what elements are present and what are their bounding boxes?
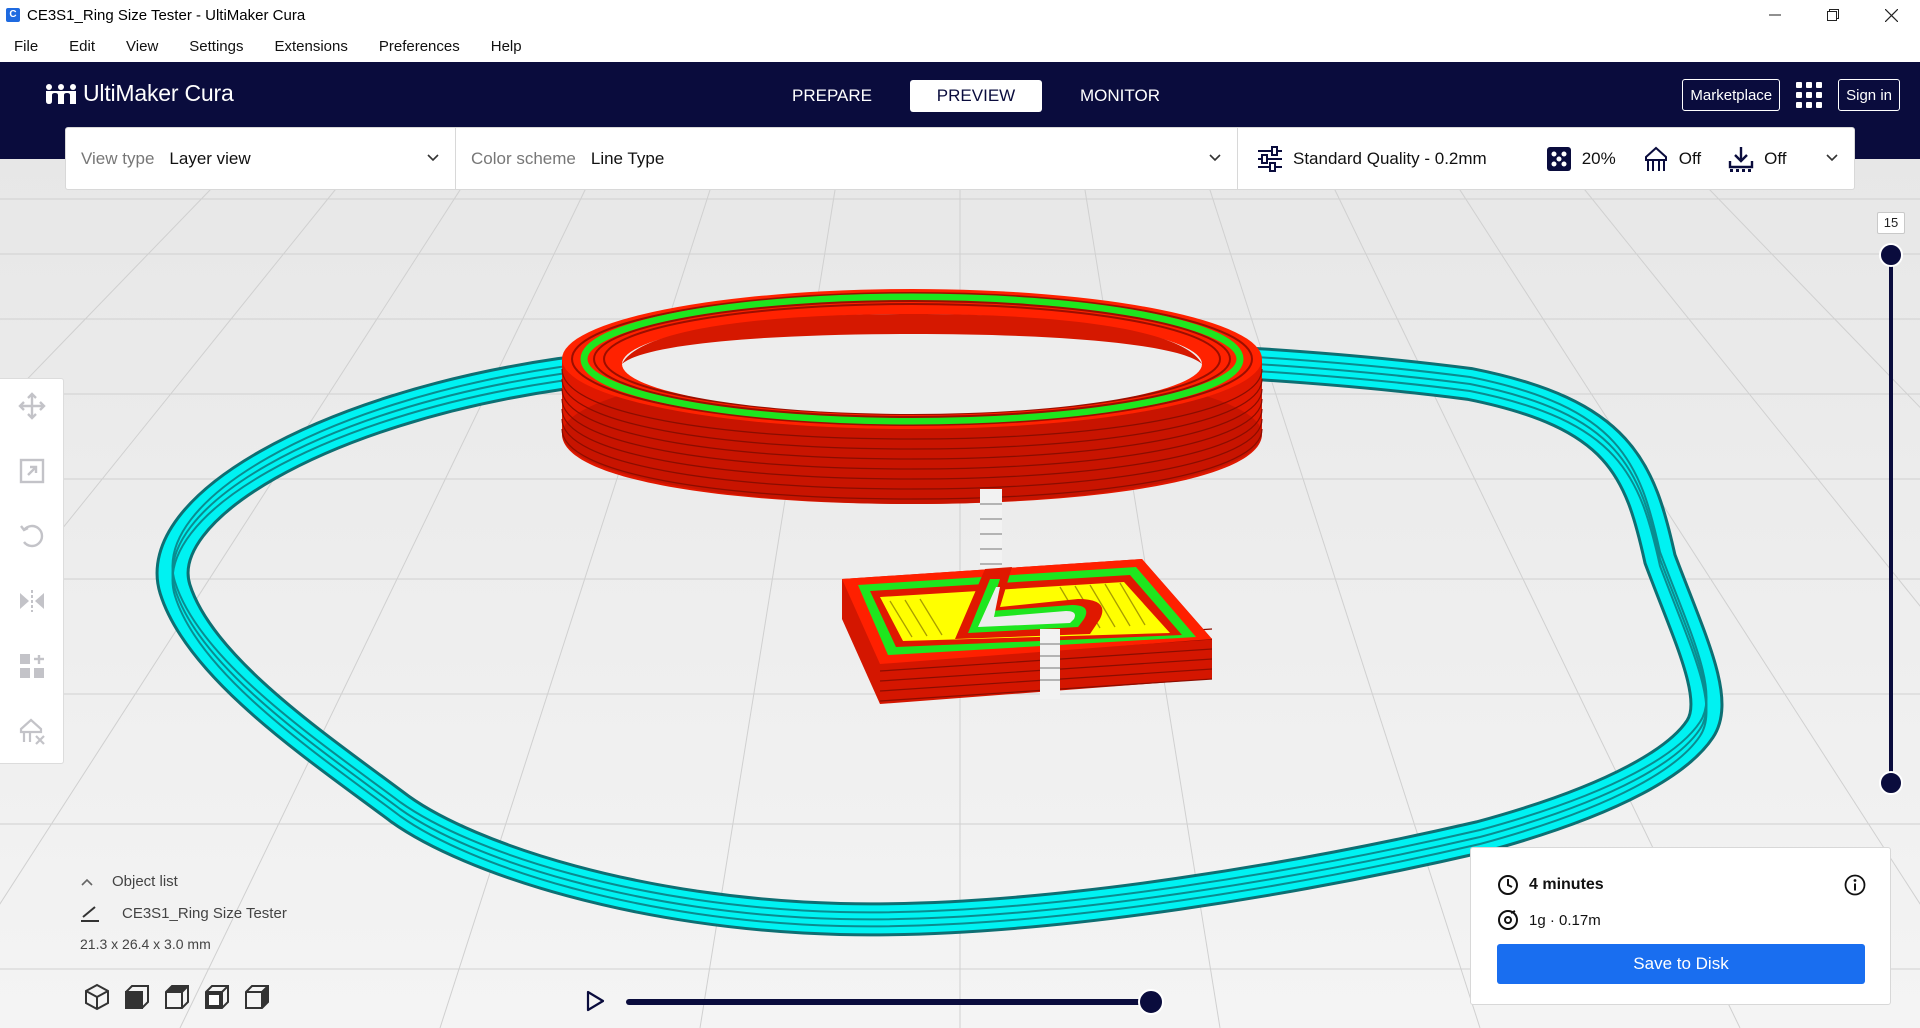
spool-icon [1498, 910, 1518, 930]
clock-icon [1498, 875, 1518, 895]
quality-setting: Standard Quality - 0.2mm [1256, 145, 1487, 173]
rotate-tool-button[interactable] [16, 520, 48, 552]
camera-view-buttons [82, 982, 282, 1012]
menu-file[interactable]: File [8, 38, 51, 55]
move-icon [18, 392, 46, 420]
menu-view[interactable]: View [120, 38, 171, 55]
adhesion-icon [1728, 146, 1754, 172]
color-scheme-value: Line Type [590, 148, 665, 168]
chevron-down-icon [1826, 154, 1838, 162]
window-controls [1746, 0, 1920, 30]
stage-tabs: PREPARE PREVIEW MONITOR [760, 80, 1192, 112]
tab-model [842, 559, 1213, 704]
top-view-icon[interactable] [162, 982, 192, 1012]
minimize-button[interactable] [1746, 0, 1804, 30]
scale-tool-button[interactable] [16, 455, 48, 487]
print-time: 4 minutes [1529, 876, 1604, 893]
chevron-down-icon [427, 154, 439, 162]
menu-settings[interactable]: Settings [183, 38, 256, 55]
header-actions: Marketplace Sign in [1682, 79, 1900, 111]
support-setting: Off [1642, 145, 1701, 173]
menu-preferences[interactable]: Preferences [373, 38, 473, 55]
menu-edit[interactable]: Edit [63, 38, 108, 55]
scale-icon [19, 458, 45, 484]
print-settings-panel[interactable]: Standard Quality - 0.2mm 20% Off Off [1238, 128, 1854, 189]
3d-view-icon[interactable] [82, 982, 112, 1012]
material-row: 1g · 0.17m [1497, 909, 1601, 931]
object-list-toggle[interactable]: Object list [80, 873, 287, 890]
play-icon[interactable] [585, 990, 605, 1012]
object-list-item[interactable]: CE3S1_Ring Size Tester [80, 904, 287, 922]
apps-grid-icon[interactable] [1794, 80, 1824, 110]
pencil-icon [81, 906, 99, 922]
support-blocker-button[interactable] [16, 715, 48, 747]
tab-preview[interactable]: PREVIEW [910, 80, 1042, 112]
view-toolbar: View type Layer view Color scheme Line T… [65, 127, 1855, 190]
view-type-dropdown[interactable]: View type Layer view [66, 128, 456, 189]
restore-icon [1827, 9, 1839, 21]
tab-monitor[interactable]: MONITOR [1054, 80, 1186, 112]
close-icon [1884, 8, 1898, 22]
adhesion-setting: Off [1727, 145, 1786, 173]
support-icon [1644, 146, 1667, 171]
layer-slider-bottom-handle[interactable] [1879, 771, 1903, 795]
view-type-label: View type [81, 148, 155, 168]
layer-slider-top-handle[interactable] [1879, 243, 1903, 267]
marketplace-button[interactable]: Marketplace [1682, 79, 1781, 111]
support-blocker-icon [19, 718, 45, 745]
brand-name: UltiMaker Cura [83, 80, 234, 106]
cura-app-icon: C [6, 8, 20, 22]
move-tool-button[interactable] [16, 390, 48, 422]
color-scheme-label: Color scheme [471, 148, 576, 168]
view-type-value: Layer view [169, 148, 251, 168]
print-time-row: 4 minutes [1497, 874, 1604, 896]
layer-slider-track[interactable] [1889, 255, 1893, 783]
mirror-tool-button[interactable] [16, 585, 48, 617]
material-usage: 1g · 0.17m [1529, 911, 1601, 929]
support-value: Off [1678, 148, 1702, 168]
chevron-up-icon [81, 878, 93, 886]
infill-icon [1546, 146, 1571, 171]
rotate-icon [20, 524, 44, 548]
sliders-icon [1258, 145, 1282, 172]
object-dimensions: 21.3 x 26.4 x 3.0 mm [80, 936, 211, 952]
print-summary-panel: 4 minutes 1g · 0.17m Save to Disk [1470, 847, 1891, 1005]
close-button[interactable] [1862, 0, 1920, 30]
chevron-down-icon [1209, 154, 1221, 162]
color-scheme-dropdown[interactable]: Color scheme Line Type [456, 128, 1238, 189]
per-model-settings-button[interactable] [16, 650, 48, 682]
per-model-settings-icon [20, 654, 44, 678]
window-title: CE3S1_Ring Size Tester - UltiMaker Cura [27, 6, 306, 24]
right-view-icon[interactable] [242, 982, 272, 1012]
infill-value: 20% [1581, 148, 1616, 168]
restore-button[interactable] [1804, 0, 1862, 30]
menu-extensions[interactable]: Extensions [268, 38, 360, 55]
menu-bar: File Edit View Settings Extensions Prefe… [0, 30, 1920, 62]
quality-value: Standard Quality - 0.2mm [1293, 148, 1487, 168]
object-list: Object list CE3S1_Ring Size Tester 21.3 … [80, 873, 287, 952]
object-list-header: Object list [112, 873, 178, 890]
menu-help[interactable]: Help [485, 38, 535, 55]
minimize-icon [1769, 14, 1781, 16]
path-slider-track[interactable] [626, 999, 1152, 1005]
tab-prepare[interactable]: PREPARE [766, 80, 898, 112]
layer-number-field[interactable]: 15 [1877, 212, 1905, 234]
adhesion-value: Off [1764, 148, 1787, 168]
infill-setting: 20% [1545, 145, 1616, 173]
ultimaker-logo-icon [46, 83, 76, 104]
save-to-disk-button[interactable]: Save to Disk [1497, 944, 1865, 984]
object-name: CE3S1_Ring Size Tester [122, 904, 287, 922]
sign-in-button[interactable]: Sign in [1838, 79, 1900, 111]
left-view-icon[interactable] [202, 982, 232, 1012]
tool-panel [0, 378, 64, 764]
path-slider-handle[interactable] [1138, 989, 1164, 1015]
title-bar: C CE3S1_Ring Size Tester - UltiMaker Cur… [0, 0, 1920, 30]
front-view-icon[interactable] [122, 982, 152, 1012]
cura-window: C CE3S1_Ring Size Tester - UltiMaker Cur… [0, 0, 1920, 1028]
info-icon[interactable] [1844, 874, 1866, 896]
mirror-icon [20, 590, 44, 612]
brand-logo: UltiMaker Cura [45, 80, 234, 107]
